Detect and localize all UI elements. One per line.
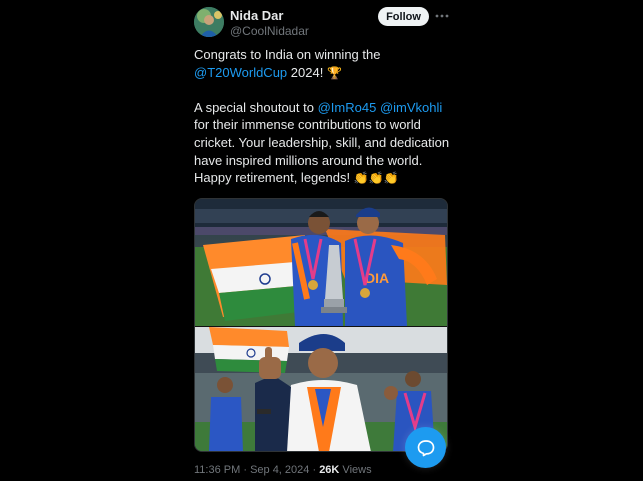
tweet-text: Congrats to India on winning the @T20Wor…	[194, 46, 454, 187]
mention-link-virat[interactable]: @imVkohli	[380, 100, 442, 115]
handle[interactable]: @CoolNidadar	[230, 24, 309, 38]
tweet-line-6: have inspired millions around the world.	[194, 152, 423, 168]
display-name[interactable]: Nida Dar	[230, 8, 283, 23]
tweet-line-4: for their immense contributions to world	[194, 117, 421, 133]
views-label: Views	[339, 464, 372, 476]
trophy-emoji: 🏆	[326, 65, 342, 80]
tweet: Nida Dar @CoolNidadar Follow Congrats to…	[0, 0, 643, 481]
timestamp-time[interactable]: 11:36 PM	[194, 464, 240, 476]
tweet-meta: 11:36 PM · Sep 4, 2024 · 26K Views	[194, 464, 372, 476]
media-grid: DIA	[194, 198, 448, 452]
tweet-line-7: Happy retirement, legends! 👏👏👏	[194, 170, 399, 186]
avatar[interactable]	[194, 7, 224, 37]
clap-emojis: 👏👏👏	[353, 171, 399, 186]
timestamp-date[interactable]: Sep 4, 2024	[250, 464, 309, 476]
tweet-line-3: A special shoutout to @ImRo45 @imVkohli	[194, 99, 454, 117]
chat-bubble-icon[interactable]	[405, 427, 446, 468]
photo-players-with-trophy[interactable]: DIA	[195, 199, 447, 326]
more-horizontal-icon[interactable]	[434, 9, 450, 23]
mention-link-rohit[interactable]: @ImRo45	[318, 100, 377, 115]
tweet-line-1: Congrats to India on winning the	[194, 47, 381, 62]
follow-button[interactable]: Follow	[378, 7, 429, 26]
views-count: 26K	[319, 464, 340, 476]
tweet-line-2: @T20WorldCup 2024! 🏆	[194, 64, 454, 82]
tweet-line-2-text: 2024!	[287, 64, 327, 80]
hashtag-link[interactable]: @T20WorldCup	[194, 65, 287, 80]
tweet-line-5: cricket. Your leadership, skill, and ded…	[194, 134, 450, 150]
shoutout-prefix: A special shoutout to	[194, 99, 318, 115]
